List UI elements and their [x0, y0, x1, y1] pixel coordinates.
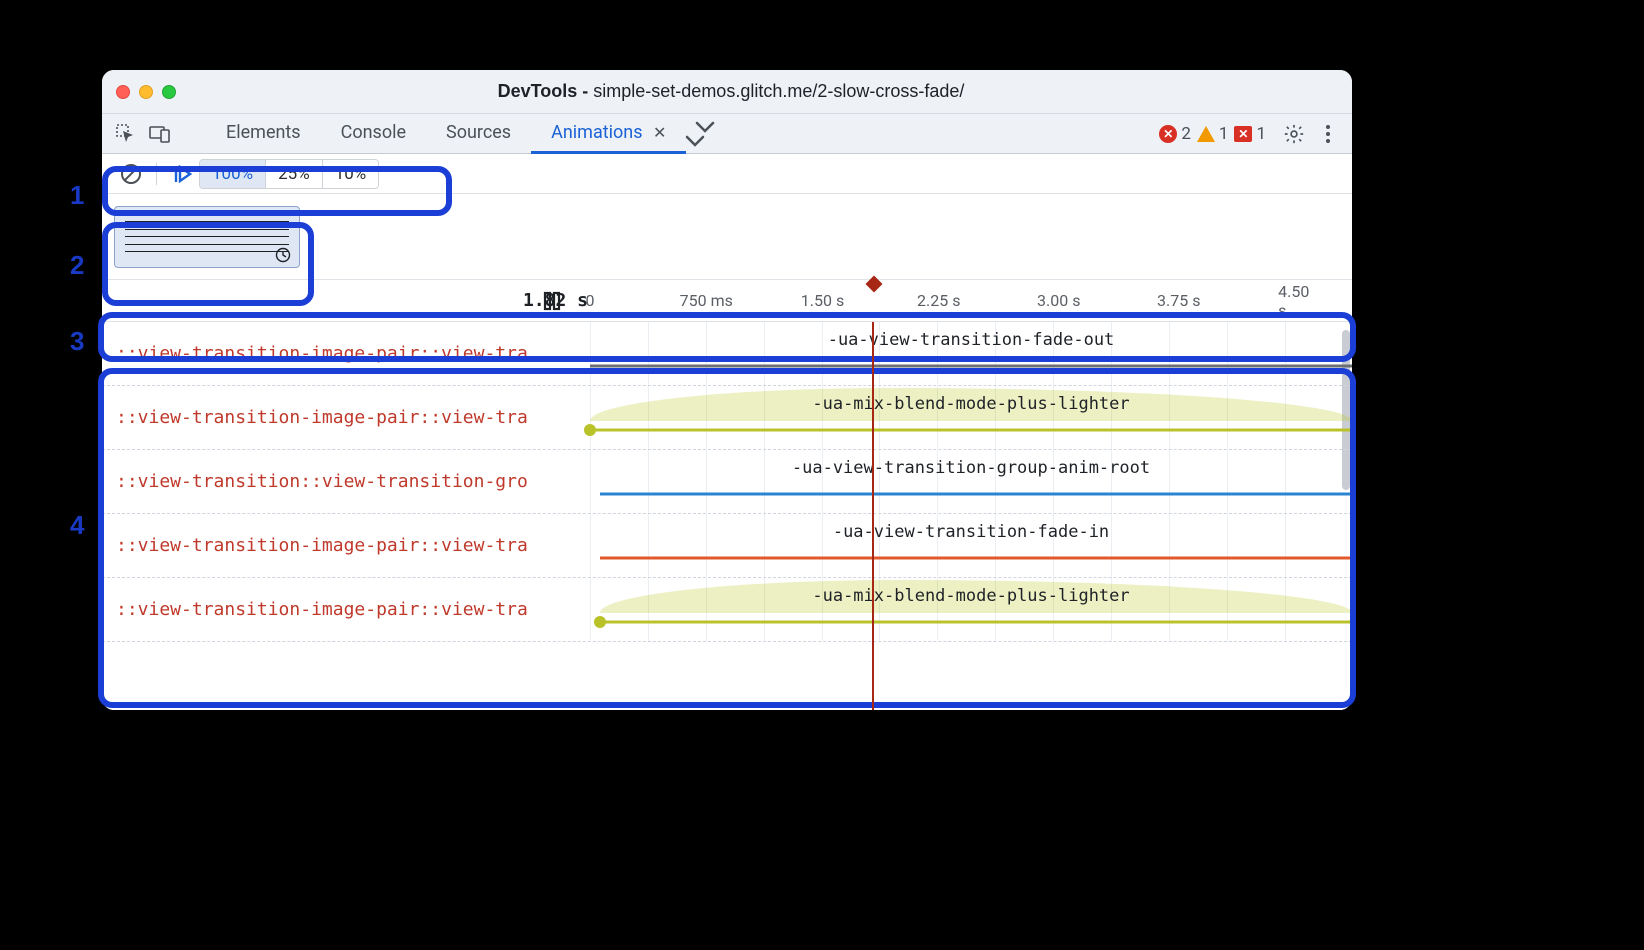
warning-count[interactable]: 1: [1197, 124, 1229, 144]
tab-strip: Elements Console Sources Animations ✕ ✕ …: [102, 114, 1352, 154]
playhead-marker[interactable]: [867, 280, 881, 294]
speed-10[interactable]: 10%: [323, 160, 379, 188]
annotation-2: 2: [70, 250, 84, 281]
animation-bar[interactable]: [600, 621, 1352, 624]
window-title: DevTools - simple-set-demos.glitch.me/2-…: [176, 81, 1286, 102]
animation-track[interactable]: -ua-mix-blend-mode-plus-lighter: [590, 578, 1352, 641]
kebab-menu-icon[interactable]: [1314, 120, 1342, 148]
animation-element-name[interactable]: ::view-transition-image-pair::view-tra: [102, 535, 590, 556]
speed-100[interactable]: 100%: [200, 160, 266, 188]
animation-element-name[interactable]: ::view-transition-image-pair::view-tra: [102, 599, 590, 620]
animation-bar[interactable]: [590, 365, 1352, 368]
clock-icon: [275, 247, 291, 263]
animation-name-label: -ua-view-transition-group-anim-root: [792, 458, 1150, 478]
ruler-ticks: 0750 ms1.50 s2.25 s3.00 s3.75 s4.50 s: [590, 280, 1340, 321]
maximize-window-button[interactable]: [162, 85, 176, 99]
tabs: Elements Console Sources Animations ✕: [206, 114, 1153, 154]
animation-track[interactable]: -ua-view-transition-fade-in: [590, 514, 1352, 577]
animation-bar[interactable]: [600, 557, 1352, 560]
issue-count-value: 1: [1256, 124, 1266, 144]
animation-group-preview[interactable]: [114, 206, 300, 268]
animation-row[interactable]: ::view-transition-image-pair::view-tra -u…: [102, 386, 1352, 450]
title-prefix: DevTools -: [498, 81, 594, 101]
timeline-ruler[interactable]: 1.82 s 0 750 ms 1.50 s 2.25 s 3.00 s 3.75 s 4.…: [102, 280, 1352, 322]
traffic-lights: [116, 85, 176, 99]
ruler-tick: 3.00 s: [1037, 291, 1080, 310]
close-window-button[interactable]: [116, 85, 130, 99]
speed-selector: 100% 25% 10%: [199, 159, 379, 189]
issue-count[interactable]: ✕ 1: [1234, 124, 1266, 144]
title-url: simple-set-demos.glitch.me/2-slow-cross-…: [593, 81, 964, 101]
playhead-line[interactable]: [872, 322, 874, 710]
animation-row[interactable]: ::view-transition-image-pair::view-tra -u…: [102, 578, 1352, 642]
tab-sources[interactable]: Sources: [426, 114, 531, 154]
pause-icon[interactable]: [542, 291, 562, 311]
animation-track[interactable]: -ua-mix-blend-mode-plus-lighter: [590, 386, 1352, 449]
tab-elements[interactable]: Elements: [206, 114, 321, 154]
animation-controls: 100% 25% 10%: [102, 154, 1352, 194]
animation-element-name[interactable]: ::view-transition-image-pair::view-tra: [102, 343, 590, 364]
animation-name-label: -ua-view-transition-fade-out: [828, 330, 1115, 350]
tab-console[interactable]: Console: [321, 114, 426, 154]
close-icon[interactable]: ✕: [653, 123, 666, 142]
animation-row[interactable]: ::view-transition::view-transition-gro -u…: [102, 450, 1352, 514]
ruler-tick: 0: [586, 291, 595, 310]
annotation-1: 1: [70, 180, 84, 211]
ruler-tick: 4.50 s: [1278, 282, 1319, 320]
animation-buffer-row: [102, 194, 1352, 280]
current-time: 1.82 s: [428, 290, 588, 311]
animation-row[interactable]: ::view-transition-image-pair::view-tra -u…: [102, 322, 1352, 386]
gear-icon[interactable]: [1280, 120, 1308, 148]
animation-row[interactable]: ::view-transition-image-pair::view-tra-u…: [102, 514, 1352, 578]
minimize-window-button[interactable]: [139, 85, 153, 99]
warning-count-value: 1: [1219, 124, 1229, 144]
animation-track[interactable]: -ua-view-transition-group-anim-root: [590, 450, 1352, 513]
devtools-window: DevTools - simple-set-demos.glitch.me/2-…: [102, 70, 1352, 710]
animation-name-label: -ua-mix-blend-mode-plus-lighter: [812, 394, 1129, 414]
issue-icon: ✕: [1234, 126, 1252, 142]
error-icon: ✕: [1159, 125, 1177, 143]
animation-name-label: -ua-mix-blend-mode-plus-lighter: [812, 586, 1129, 606]
keyframe-dot[interactable]: [594, 616, 606, 628]
ruler-tick: 3.75 s: [1157, 291, 1200, 310]
animation-timeline: ::view-transition-image-pair::view-tra-u…: [102, 322, 1352, 710]
annotation-4: 4: [70, 510, 84, 541]
error-count-value: 2: [1181, 124, 1191, 144]
keyframe-dot[interactable]: [584, 424, 596, 436]
warning-icon: [1197, 126, 1215, 142]
tab-animations[interactable]: Animations ✕: [531, 114, 686, 154]
clear-button[interactable]: [114, 159, 148, 189]
speed-25[interactable]: 25%: [266, 160, 323, 188]
inspect-icon[interactable]: [112, 120, 140, 148]
animation-element-name[interactable]: ::view-transition-image-pair::view-tra: [102, 407, 590, 428]
issues-summary[interactable]: ✕ 2 1 ✕ 1: [1159, 124, 1266, 144]
animation-element-name[interactable]: ::view-transition::view-transition-gro: [102, 471, 590, 492]
ruler-tick: 1.50 s: [801, 291, 844, 310]
animation-bar[interactable]: [590, 429, 1352, 432]
tab-animations-label: Animations: [551, 122, 642, 143]
titlebar: DevTools - simple-set-demos.glitch.me/2-…: [102, 70, 1352, 114]
ruler-tick: 750 ms: [680, 291, 733, 310]
annotation-3: 3: [70, 326, 84, 357]
more-tabs-button[interactable]: [686, 114, 724, 154]
animation-bar[interactable]: [600, 493, 1352, 496]
ruler-tick: 2.25 s: [917, 291, 960, 310]
play-pause-button[interactable]: [165, 159, 199, 189]
device-toggle-icon[interactable]: [146, 120, 174, 148]
animation-track[interactable]: -ua-view-transition-fade-out: [590, 322, 1352, 385]
error-count[interactable]: ✕ 2: [1159, 124, 1191, 144]
